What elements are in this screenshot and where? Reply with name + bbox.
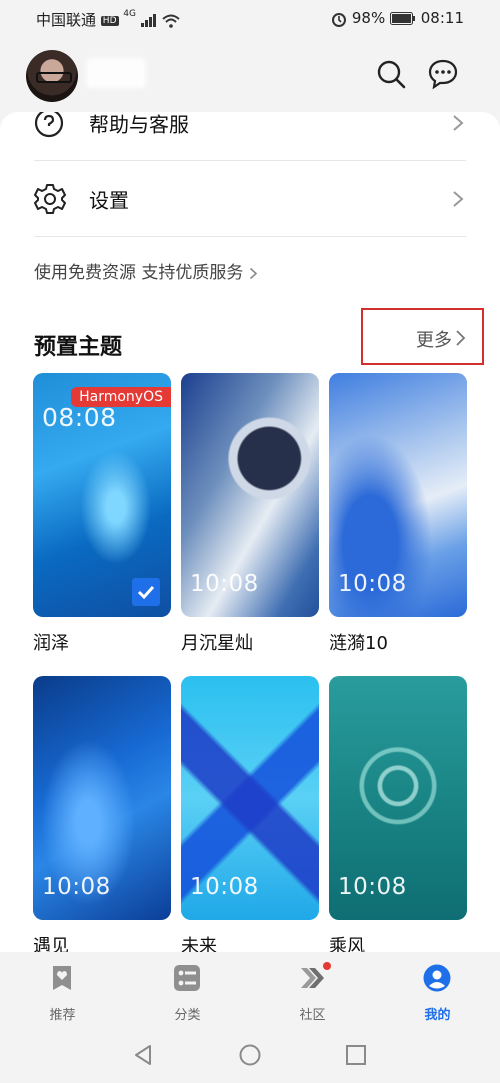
search-icon[interactable] — [375, 58, 407, 90]
gear-icon — [34, 184, 66, 214]
chevron-right-icon — [249, 267, 258, 279]
selected-check-icon — [132, 578, 160, 606]
recommend-icon — [53, 966, 71, 990]
carrier-name: 中国联通 — [36, 11, 97, 29]
profile-header — [0, 36, 500, 120]
category-icon — [174, 965, 200, 991]
more-label: 更多 — [416, 330, 452, 351]
status-right: 98% 08:11 — [331, 9, 464, 27]
status-bar: 中国联通 HD 4G 98% 08:11 — [0, 0, 500, 36]
theme-time: 10:08 — [338, 874, 407, 900]
theme-thumbnail[interactable]: HarmonyOS 08:08 — [33, 373, 171, 617]
chevron-right-icon — [456, 330, 466, 346]
theme-thumbnail[interactable]: 10:08 — [181, 373, 319, 617]
chevron-right-icon — [453, 191, 464, 207]
help-icon — [34, 112, 64, 138]
home-icon[interactable] — [239, 1044, 261, 1066]
nav-item-recommend[interactable]: 推荐 — [0, 952, 125, 1026]
theme-time: 10:08 — [190, 874, 259, 900]
avatar[interactable] — [26, 50, 78, 102]
more-button[interactable]: 更多 — [361, 308, 484, 365]
hd-badge: HD — [100, 15, 119, 26]
nav-item-profile[interactable]: 我的 — [375, 952, 500, 1026]
theme-thumbnail[interactable]: 10:08 — [329, 676, 467, 920]
network-type: 4G — [123, 9, 136, 19]
theme-time: 08:08 — [42, 403, 117, 432]
nav-label: 我的 — [424, 1008, 451, 1023]
theme-thumbnail[interactable]: 10:08 — [329, 373, 467, 617]
nav-item-category[interactable]: 分类 — [125, 952, 250, 1026]
theme-time: 10:08 — [42, 874, 111, 900]
nav-label: 社区 — [299, 1008, 326, 1023]
clock-time: 08:11 — [420, 9, 464, 27]
chevron-right-icon — [453, 115, 464, 131]
system-nav-bar — [0, 1026, 500, 1083]
status-left: 中国联通 HD 4G — [36, 9, 180, 30]
nav-label: 分类 — [174, 1008, 201, 1023]
nav-item-community[interactable]: 社区 — [250, 952, 375, 1026]
theme-time: 10:08 — [190, 571, 259, 597]
alarm-icon — [332, 12, 347, 27]
profile-icon — [423, 964, 451, 992]
section-title: 预置主题 — [34, 335, 123, 360]
notification-dot — [323, 962, 331, 970]
theme-thumbnail[interactable]: 10:08 — [33, 676, 171, 920]
theme-time: 10:08 — [338, 571, 407, 597]
back-icon[interactable] — [132, 1044, 154, 1066]
bottom-nav: 推荐 分类 社区 我的 — [0, 952, 500, 1026]
menu-item-settings[interactable]: 设置 — [34, 162, 466, 237]
recents-icon[interactable] — [345, 1044, 367, 1066]
promo-link[interactable]: 使用免费资源 支持优质服务 — [34, 258, 258, 283]
message-icon[interactable] — [427, 58, 459, 90]
main-content: 帮助与客服 设置 使用免费资源 支持优质服务 预置主题 更多 HarmonyOS… — [0, 112, 500, 962]
community-icon — [301, 968, 324, 988]
theme-thumbnail[interactable]: 10:08 — [181, 676, 319, 920]
battery-percent: 98% — [351, 9, 386, 27]
theme-name[interactable]: 涟漪10 — [329, 629, 388, 655]
menu-item-label: 帮助与客服 — [89, 112, 189, 137]
battery-icon — [389, 12, 415, 25]
theme-name[interactable]: 润泽 — [33, 629, 69, 655]
signal-icon — [140, 14, 156, 27]
promo-text: 使用免费资源 支持优质服务 — [34, 263, 244, 283]
username-redacted — [86, 58, 146, 88]
wifi-icon — [161, 14, 180, 28]
menu-item-help[interactable]: 帮助与客服 — [34, 112, 466, 161]
nav-label: 推荐 — [49, 1008, 76, 1023]
menu-item-label: 设置 — [89, 188, 129, 213]
theme-name[interactable]: 月沉星灿 — [181, 629, 253, 655]
